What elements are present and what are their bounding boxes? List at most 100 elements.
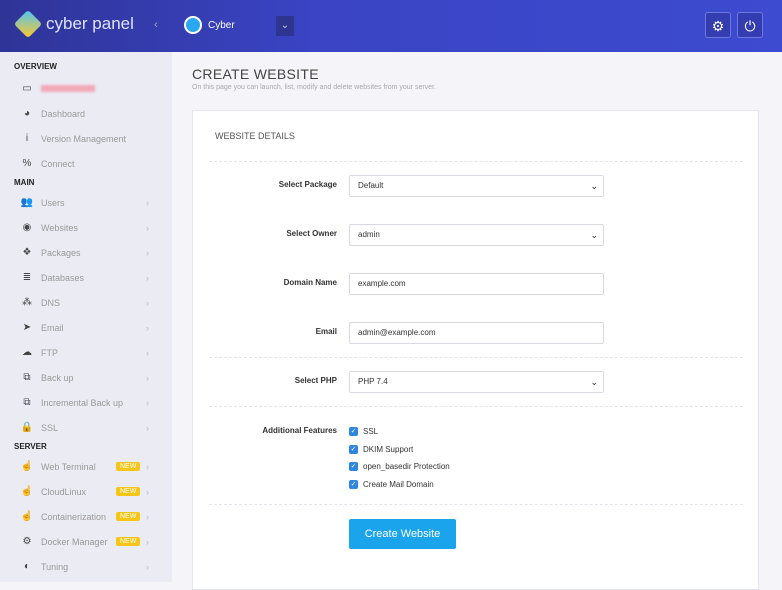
chevron-right-icon: ›	[146, 372, 149, 383]
section-title: WEBSITE DETAILS	[215, 131, 295, 141]
chevron-down-icon: ⌄	[590, 181, 598, 191]
sidebar-item-label: Databases	[41, 272, 85, 283]
sidebar-item-label: Websites	[41, 222, 78, 233]
sidebar-item[interactable]: ❖ Packages ›	[0, 240, 172, 265]
sidebar-item[interactable]: 🔒 SSL ›	[0, 415, 172, 440]
domain-input[interactable]: example.com	[349, 273, 604, 295]
copy-icon: ⧉	[23, 397, 31, 408]
main-content: CREATE WEBSITE On this page you can laun…	[172, 52, 782, 590]
sidebar-item-label: CloudLinux	[41, 486, 87, 497]
chevron-right-icon: ›	[146, 272, 149, 283]
hand-icon: ☝	[20, 461, 34, 472]
chevron-right-icon: ›	[146, 397, 149, 408]
sidebar-item[interactable]: ⧉ Back up ›	[0, 365, 172, 390]
sidebar-item[interactable]: ≣ Databases ›	[0, 265, 172, 290]
globe-icon: ◉	[22, 222, 32, 233]
user-menu[interactable]: Cyber	[184, 16, 235, 34]
php-select[interactable]: PHP 7.4 ⌄	[349, 371, 604, 393]
sidebar-item[interactable]: ☝ CloudLinux NEW ›	[0, 479, 172, 504]
features-row: Additional Features	[193, 423, 760, 445]
top-header: cyber panel ‹ Cyber ⌄ ⚙ ⏻	[0, 0, 782, 52]
chevron-right-icon: ›	[146, 347, 149, 358]
brand-logo[interactable]: cyber panel	[13, 9, 134, 39]
sidebar-item[interactable]: % Connect	[0, 151, 172, 176]
page-title: CREATE WEBSITE	[192, 66, 319, 82]
collapse-sidebar-button[interactable]: ‹	[154, 19, 158, 31]
sidebar-section-title: SERVER	[14, 442, 47, 451]
sidebar-item[interactable]: ⁂ DNS ›	[0, 290, 172, 315]
sidebar-item-label: Web Terminal	[41, 461, 96, 472]
sidebar-item[interactable]: ⧉ Incremental Back up ›	[0, 390, 172, 415]
chevron-down-icon: ⌄	[590, 230, 598, 240]
dashboard-icon: ◕	[23, 108, 31, 119]
divider	[209, 406, 743, 407]
package-select[interactable]: Default ⌄	[349, 175, 604, 197]
divider	[209, 504, 743, 505]
power-button[interactable]: ⏻	[737, 12, 763, 38]
sidebar-section-title: OVERVIEW	[14, 62, 57, 71]
create-website-button[interactable]: Create Website	[349, 519, 456, 549]
feature-checkbox[interactable]: ✓ SSL	[349, 427, 378, 436]
database-icon: ≣	[22, 272, 32, 283]
sidebar-item[interactable]: ◉ Websites ›	[0, 215, 172, 240]
feature-checkbox[interactable]: ✓ Create Mail Domain	[349, 479, 434, 489]
chevron-right-icon: ›	[146, 197, 149, 208]
owner-select[interactable]: admin ⌄	[349, 224, 604, 246]
new-badge: NEW	[116, 487, 141, 496]
sidebar-item-label: SSL	[41, 422, 59, 433]
sidebar-item[interactable]: 👥 Users ›	[0, 190, 172, 215]
sidebar-item-label: Tuning	[41, 561, 69, 572]
feature-label: SSL	[363, 427, 379, 436]
feature-checkbox[interactable]: ✓ open_basedir Protection	[349, 462, 450, 471]
sidebar-item[interactable]: ◐ Tuning ›	[0, 554, 172, 579]
email-label: Email	[315, 327, 337, 336]
new-badge: NEW	[116, 512, 141, 521]
sidebar-item[interactable]: i Version Management	[0, 126, 172, 151]
php-value: PHP 7.4	[358, 377, 388, 386]
user-name: Cyber	[208, 19, 235, 31]
logo-icon	[13, 9, 43, 39]
owner-label: Select Owner	[286, 229, 337, 238]
sidebar-item-label: Docker Manager	[41, 536, 108, 547]
website-details-card: WEBSITE DETAILS Select Package Default ⌄ S…	[192, 110, 759, 590]
sidebar-item-label: Containerization	[41, 511, 107, 522]
page-subtitle: On this page you can launch, list, modif…	[192, 84, 436, 91]
redacted-hostname	[41, 85, 95, 92]
copy-icon: ⧉	[23, 372, 31, 383]
new-badge: NEW	[116, 537, 141, 546]
chevron-right-icon: ›	[146, 536, 149, 547]
sidebar-item[interactable]: ⚙ Docker Manager NEW ›	[0, 529, 172, 554]
sidebar-section-title: MAIN	[14, 178, 35, 187]
sidebar-item[interactable]: ➤ Email ›	[0, 315, 172, 340]
cubes-icon: ❖	[22, 247, 32, 258]
lock-icon: 🔒	[20, 422, 34, 433]
package-label: Select Package	[278, 180, 337, 189]
sidebar: OVERVIEW ▭ ◕ Dashboard i Version Management % C…	[0, 52, 172, 582]
sidebar-item-label: Version Management	[41, 133, 127, 144]
checkbox-checked-icon: ✓	[349, 444, 358, 454]
sidebar-item[interactable]: ☁ FTP ›	[0, 340, 172, 365]
sidebar-item-label: Packages	[41, 247, 81, 258]
settings-button[interactable]: ⚙	[705, 12, 731, 38]
user-dropdown-button[interactable]: ⌄	[276, 16, 294, 36]
info-icon: i	[25, 133, 29, 144]
sidebar-item[interactable]: ☝ Containerization NEW ›	[0, 504, 172, 529]
sidebar-item[interactable]: ◕ Dashboard	[0, 101, 172, 126]
chevron-right-icon: ›	[146, 297, 149, 308]
sitemap-icon: ⁂	[22, 297, 32, 308]
sidebar-item-label: Connect	[41, 158, 75, 169]
cloud-upload-icon: ☁	[22, 347, 32, 358]
sidebar-item-label: Back up	[41, 372, 74, 383]
domain-row: Domain Name example.com	[193, 273, 760, 295]
chevron-right-icon: ›	[146, 461, 149, 472]
chevron-right-icon: ›	[146, 486, 149, 497]
package-row: Select Package Default ⌄	[193, 175, 760, 197]
sidebar-item-label: DNS	[41, 297, 61, 308]
brand-name: cyber panel	[46, 14, 134, 33]
package-value: Default	[358, 181, 384, 190]
php-row: Select PHP PHP 7.4 ⌄	[193, 371, 760, 393]
feature-checkbox[interactable]: ✓ DKIM Support	[349, 444, 413, 454]
sidebar-item[interactable]: ▭	[0, 76, 172, 101]
email-input[interactable]: admin@example.com	[349, 322, 604, 344]
sidebar-item[interactable]: ☝ Web Terminal NEW ›	[0, 454, 172, 479]
